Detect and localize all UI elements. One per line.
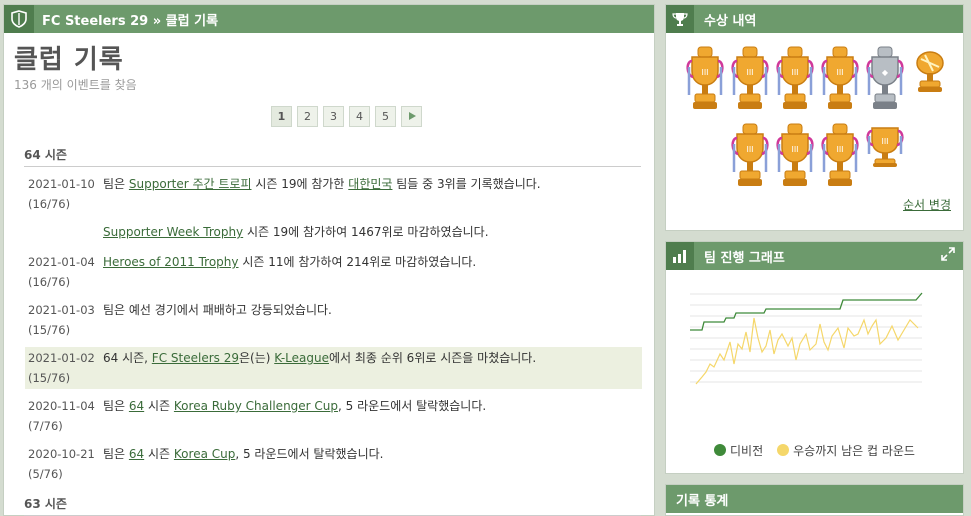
page-4-button[interactable]: 4 bbox=[349, 106, 370, 127]
svg-text:III: III bbox=[746, 68, 753, 77]
event-row: 2020-11-04 (7/76) 팀은 64 시즌 Korea Ruby Cha… bbox=[25, 395, 642, 437]
bar-chart-icon bbox=[666, 242, 694, 270]
trophy-icon[interactable]: III bbox=[820, 45, 859, 116]
svg-text:III: III bbox=[881, 137, 888, 146]
page-2-button[interactable]: 2 bbox=[297, 106, 318, 127]
expand-icon[interactable] bbox=[941, 247, 955, 265]
division-line bbox=[690, 292, 923, 331]
page-title: 클럽 기록 bbox=[14, 45, 124, 75]
trophy-icon[interactable]: III bbox=[820, 122, 859, 193]
awards-title: 수상 내역 bbox=[704, 13, 757, 29]
svg-text:III: III bbox=[746, 145, 753, 154]
event-date: 2021-01-04 bbox=[28, 255, 95, 269]
cup-rounds-line bbox=[695, 317, 919, 385]
legend-item-cup-rounds: 우승까지 남은 컵 라운드 bbox=[777, 442, 915, 459]
event-count: (16/76) bbox=[28, 197, 71, 211]
trophy-cabinet: III III III III ◆ III III III III bbox=[682, 45, 952, 199]
svg-text:◆: ◆ bbox=[881, 68, 888, 77]
event-text: 팀은 Supporter 주간 트로피 시즌 19에 참가한 대한민국 팀들 중… bbox=[103, 177, 541, 191]
breadcrumb-club-link[interactable]: FC Steelers 29 bbox=[42, 14, 148, 29]
event-row: 2021-01-10 (16/76) 팀은 Supporter 주간 트로피 시즌… bbox=[25, 173, 642, 215]
event-text: 팀은 예선 경기에서 패배하고 강등되었습니다. bbox=[103, 303, 332, 317]
event-count: (16/76) bbox=[28, 275, 71, 289]
svg-text:III: III bbox=[701, 68, 708, 77]
trophy-icon[interactable]: III bbox=[775, 122, 814, 193]
event-row-highlighted: 2021-01-02 (15/76) 64 시즌, FC Steelers 29은… bbox=[25, 347, 642, 389]
event-date: 2020-10-21 bbox=[28, 447, 95, 461]
event-link[interactable]: 대한민국 bbox=[348, 177, 392, 191]
event-date: 2021-01-10 bbox=[28, 177, 95, 191]
event-row: 2021-01-03 (15/76) 팀은 예선 경기에서 패배하고 강등되었습니… bbox=[25, 299, 642, 341]
pagination: 1 2 3 4 5 bbox=[271, 106, 422, 127]
page-5-button[interactable]: 5 bbox=[375, 106, 396, 127]
event-count: (15/76) bbox=[28, 371, 71, 385]
event-link[interactable]: FC Steelers 29 bbox=[152, 351, 239, 365]
awards-panel: 수상 내역 III III III III ◆ III III III III … bbox=[665, 4, 964, 231]
event-link[interactable]: 64 bbox=[129, 447, 144, 461]
next-page-button[interactable] bbox=[401, 106, 422, 127]
event-row: Supporter Week Trophy 시즌 19에 참가하여 1467위로… bbox=[25, 221, 642, 243]
progress-title: 팀 진행 그래프 bbox=[704, 250, 785, 266]
event-count: 136 개의 이벤트를 찾음 bbox=[14, 78, 137, 92]
trophy-icon[interactable]: III bbox=[685, 45, 724, 116]
progress-graph-panel: 팀 진행 그래프 디비전 우승까지 남은 컵 라운드 bbox=[665, 241, 964, 474]
stats-title: 기록 통계 bbox=[666, 485, 963, 513]
event-text: Heroes of 2011 Trophy 시즌 11에 참가하여 214위로 … bbox=[103, 255, 477, 269]
event-text: 64 시즌, FC Steelers 29은(는) K-League에서 최종 … bbox=[103, 351, 537, 365]
season-header: 63 시즌 bbox=[24, 495, 641, 516]
event-text: Supporter Week Trophy 시즌 19에 참가하여 1467위로… bbox=[103, 225, 489, 239]
awards-header: 수상 내역 bbox=[666, 5, 963, 33]
legend-item-division: 디비전 bbox=[714, 442, 763, 459]
svg-text:III: III bbox=[791, 145, 798, 154]
trophy-icon[interactable]: III bbox=[730, 122, 769, 193]
trophy-icon[interactable]: III bbox=[775, 45, 814, 116]
svg-text:III: III bbox=[836, 68, 843, 77]
event-text: 팀은 64 시즌 Korea Cup, 5 라운드에서 탈락했습니다. bbox=[103, 447, 384, 461]
play-icon bbox=[408, 112, 416, 120]
trophy-icon bbox=[666, 5, 694, 33]
event-link[interactable]: Supporter 주간 트로피 bbox=[129, 177, 252, 191]
season-header: 64 시즌 bbox=[24, 146, 641, 167]
breadcrumb-separator: » bbox=[152, 13, 162, 29]
event-row: 2020-10-21 (5/76) 팀은 64 시즌 Korea Cup, 5 라… bbox=[25, 443, 642, 485]
graph-legend: 디비전 우승까지 남은 컵 라운드 bbox=[666, 442, 963, 459]
event-link[interactable]: Supporter Week Trophy bbox=[103, 225, 243, 239]
svg-text:III: III bbox=[791, 68, 798, 77]
reorder-link[interactable]: 순서 변경 bbox=[903, 196, 951, 213]
trophy-icon[interactable]: III bbox=[865, 122, 904, 193]
progress-header: 팀 진행 그래프 bbox=[666, 242, 963, 270]
stats-panel: 기록 통계 bbox=[665, 484, 964, 516]
event-count: (5/76) bbox=[28, 467, 63, 481]
progress-graph bbox=[690, 292, 923, 385]
panel-header: FC Steelers 29 » 클럽 기록 bbox=[4, 5, 654, 33]
event-link[interactable]: Korea Cup bbox=[174, 447, 235, 461]
event-link[interactable]: K-League bbox=[274, 351, 329, 365]
trophy-icon[interactable]: ◆ bbox=[865, 45, 904, 116]
page-3-button[interactable]: 3 bbox=[323, 106, 344, 127]
trophy-icon[interactable] bbox=[911, 45, 949, 116]
event-date: 2021-01-02 bbox=[28, 351, 95, 365]
shield-icon bbox=[4, 5, 34, 33]
svg-text:III: III bbox=[836, 145, 843, 154]
event-row: 2021-01-04 (16/76) Heroes of 2011 Trophy … bbox=[25, 251, 642, 293]
event-date: 2021-01-03 bbox=[28, 303, 95, 317]
event-count: (7/76) bbox=[28, 419, 63, 433]
page-1-button[interactable]: 1 bbox=[271, 106, 292, 127]
trophy-icon[interactable]: III bbox=[730, 45, 769, 116]
event-link[interactable]: Heroes of 2011 Trophy bbox=[103, 255, 239, 269]
breadcrumb: FC Steelers 29 » 클럽 기록 bbox=[34, 10, 218, 29]
event-count: (15/76) bbox=[28, 323, 71, 337]
event-link[interactable]: Korea Ruby Challenger Cup bbox=[174, 399, 338, 413]
event-text: 팀은 64 시즌 Korea Ruby Challenger Cup, 5 라운… bbox=[103, 399, 487, 413]
event-link[interactable]: 64 bbox=[129, 399, 144, 413]
breadcrumb-section: 클럽 기록 bbox=[165, 13, 219, 29]
club-history-panel: FC Steelers 29 » 클럽 기록 클럽 기록 136 개의 이벤트를… bbox=[3, 4, 655, 516]
event-date: 2020-11-04 bbox=[28, 399, 95, 413]
